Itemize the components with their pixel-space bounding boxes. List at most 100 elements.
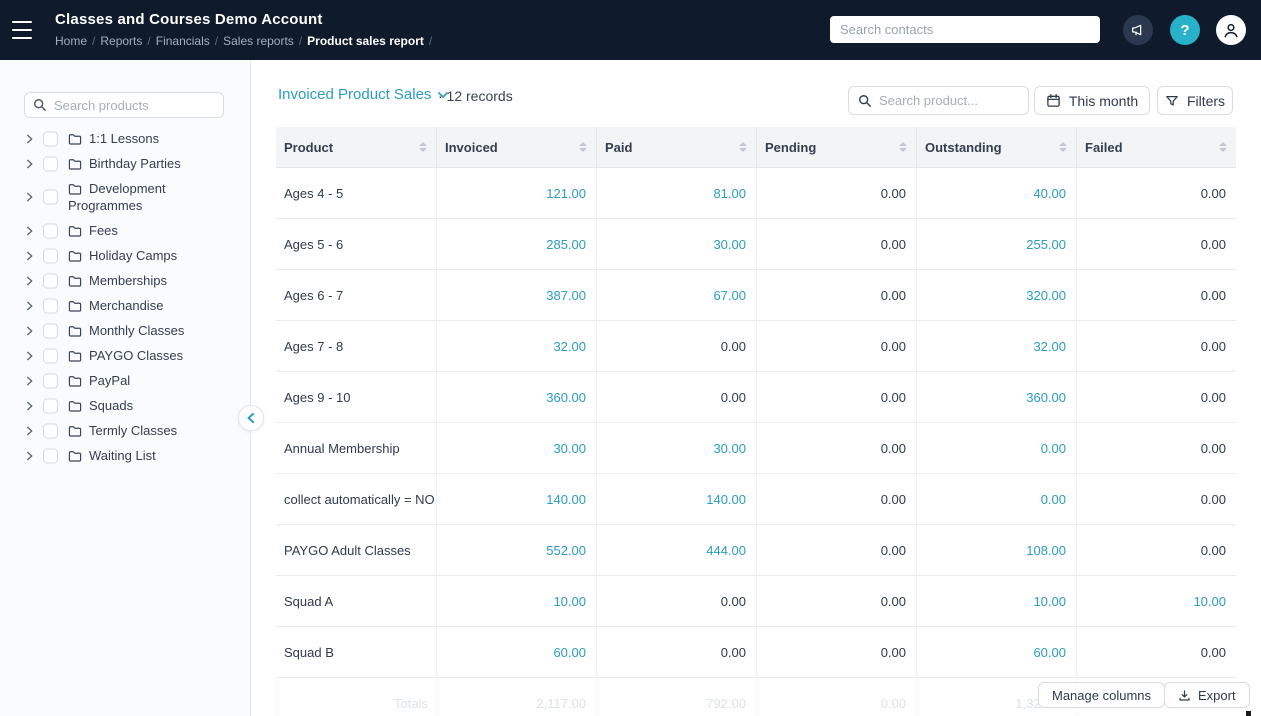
category-checkbox[interactable] [43,223,58,238]
sidebar-tree-item[interactable]: Monthly Classes [0,318,251,343]
category-checkbox[interactable] [43,323,58,338]
expand-chevron-icon[interactable] [25,159,34,168]
category-checkbox[interactable] [43,348,58,363]
column-header[interactable]: Invoiced [436,127,596,167]
category-checkbox[interactable] [43,273,58,288]
amount-link-cell[interactable]: 387.00 [436,270,596,321]
amount-link-cell[interactable]: 32.00 [436,321,596,372]
announcements-button[interactable] [1123,15,1153,45]
column-header[interactable]: Product [276,127,436,167]
amount-link-cell[interactable]: 32.00 [916,321,1076,372]
sidebar-tree-item[interactable]: Squads [0,393,251,418]
amount-link-cell[interactable]: 30.00 [436,423,596,474]
search-product-input[interactable] [879,93,1019,108]
account-avatar-button[interactable] [1216,15,1246,45]
category-checkbox[interactable] [43,448,58,463]
expand-chevron-icon[interactable] [25,301,34,310]
amount-link-cell[interactable]: 67.00 [596,270,756,321]
expand-chevron-icon[interactable] [25,251,34,260]
column-header[interactable]: Outstanding [916,127,1076,167]
date-range-button[interactable]: This month [1034,86,1150,115]
sidebar-tree-item[interactable]: PAYGO Classes [0,343,251,368]
sales-table: Product Invoiced Paid Pending Outstandin… [276,127,1236,716]
sidebar-tree-item[interactable]: PayPal [0,368,251,393]
amount-link-cell[interactable]: 320.00 [916,270,1076,321]
amount-link-cell[interactable]: 10.00 [436,576,596,627]
sidebar-tree-item[interactable]: Holiday Camps [0,243,251,268]
category-checkbox[interactable] [43,131,58,146]
sidebar-collapse-button[interactable] [238,405,264,431]
amount-link-cell[interactable]: 30.00 [596,423,756,474]
amount-link-cell[interactable]: 552.00 [436,525,596,576]
folder-icon [68,400,82,412]
amount-link-cell[interactable]: 10.00 [916,576,1076,627]
manage-columns-button[interactable]: Manage columns [1038,682,1165,708]
sort-icon [1219,142,1227,152]
amount-link-cell[interactable]: 108.00 [916,525,1076,576]
amount-cell: 0.00 [1076,168,1236,219]
amount-link-cell[interactable]: 140.00 [436,474,596,525]
category-checkbox[interactable] [43,398,58,413]
amount-link-cell[interactable]: 30.00 [596,219,756,270]
sidebar-tree-item[interactable]: Memberships [0,268,251,293]
amount-link-cell[interactable]: 140.00 [596,474,756,525]
sidebar-tree-item[interactable]: 1:1 Lessons [0,126,251,151]
category-checkbox[interactable] [43,373,58,388]
search-products-input[interactable] [54,97,215,113]
expand-chevron-icon[interactable] [25,326,34,335]
category-checkbox[interactable] [43,248,58,263]
breadcrumb-link[interactable]: Home [55,34,87,48]
filter-icon [1165,94,1179,108]
amount-link-cell[interactable]: 444.00 [596,525,756,576]
report-type-select[interactable]: Invoiced Product Sales [278,86,449,103]
expand-chevron-icon[interactable] [25,226,34,235]
column-header[interactable]: Pending [756,127,916,167]
amount-link-cell[interactable]: 285.00 [436,219,596,270]
sidebar-tree-item[interactable]: Merchandise [0,293,251,318]
amount-cell: 0.00 [756,525,916,576]
category-checkbox[interactable] [43,423,58,438]
amount-link-cell[interactable]: 360.00 [916,372,1076,423]
category-checkbox[interactable] [43,189,58,205]
breadcrumb-link[interactable]: Reports [100,34,142,48]
expand-chevron-icon[interactable] [25,426,34,435]
expand-chevron-icon[interactable] [25,276,34,285]
amount-link-cell[interactable]: 81.00 [596,168,756,219]
sidebar-tree-item[interactable]: Termly Classes [0,418,251,443]
amount-link-cell[interactable]: 121.00 [436,168,596,219]
sidebar-tree-item[interactable]: Birthday Parties [0,151,251,176]
expand-chevron-icon[interactable] [25,401,34,410]
sidebar-tree-item[interactable]: Development Programmes [0,176,251,218]
amount-link-cell[interactable]: 255.00 [916,219,1076,270]
column-header[interactable]: Failed [1076,127,1236,167]
category-checkbox[interactable] [43,298,58,313]
column-header[interactable]: Paid [596,127,756,167]
amount-link-cell[interactable]: 0.00 [916,423,1076,474]
expand-chevron-icon[interactable] [25,134,34,143]
amount-link-cell[interactable]: 10.00 [1076,576,1236,627]
breadcrumb-link[interactable]: Sales reports [223,34,294,48]
sidebar-tree-item[interactable]: Fees [0,218,251,243]
expand-chevron-icon[interactable] [25,376,34,385]
expand-chevron-icon[interactable] [25,351,34,360]
account-title: Classes and Courses Demo Account [55,11,323,28]
expand-chevron-icon[interactable] [25,192,34,202]
product-cell: Ages 6 - 7 [276,270,436,321]
amount-link-cell[interactable]: 360.00 [436,372,596,423]
filters-button[interactable]: Filters [1157,86,1233,115]
help-button[interactable]: ? [1170,15,1200,45]
amount-link-cell[interactable]: 40.00 [916,168,1076,219]
category-checkbox[interactable] [43,156,58,171]
amount-link-cell[interactable]: 0.00 [916,474,1076,525]
category-label: Holiday Camps [89,248,178,263]
table-row: Ages 7 - 8 32.00 0.00 0.00 32.00 0.00 [276,321,1236,372]
menu-icon[interactable] [12,21,32,39]
breadcrumb-link[interactable]: Product sales report [307,34,424,48]
sidebar-tree-item[interactable]: Waiting List [0,443,251,468]
export-button[interactable]: Export [1164,682,1250,708]
breadcrumb-link[interactable]: Financials [156,34,210,48]
amount-link-cell[interactable]: 60.00 [916,627,1076,678]
search-contacts-input[interactable] [830,16,1100,43]
amount-link-cell[interactable]: 60.00 [436,627,596,678]
expand-chevron-icon[interactable] [25,451,34,460]
